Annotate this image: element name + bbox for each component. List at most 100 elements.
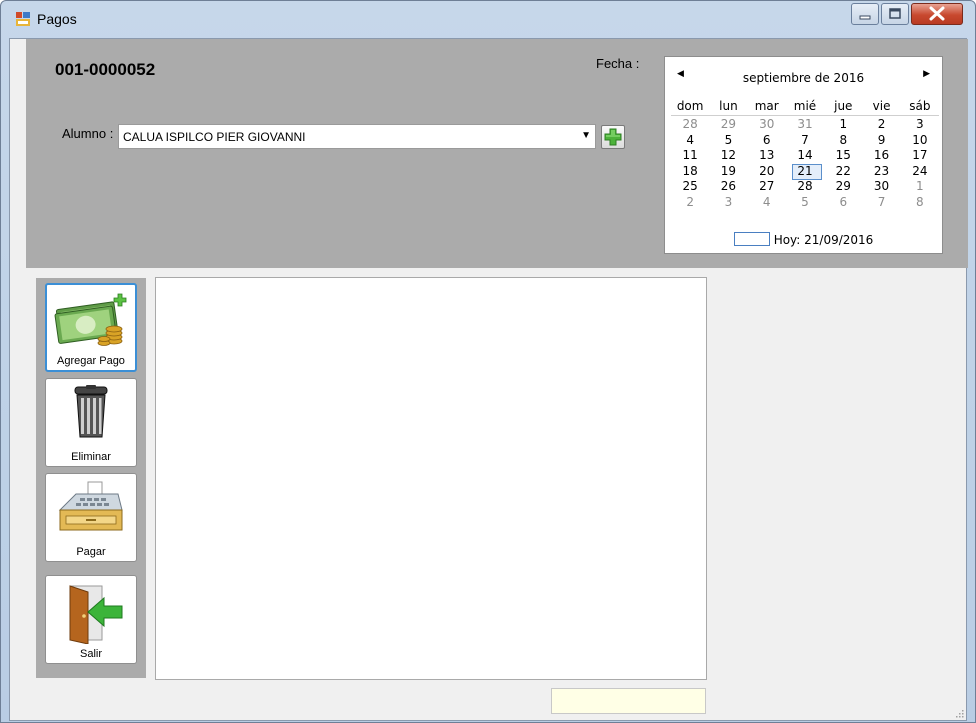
calendar-day[interactable]: 5 [709,133,747,149]
calendar-day[interactable]: 17 [901,148,939,164]
weekday-header: lun [709,97,748,116]
calendar-day-number: 4 [686,132,694,147]
calendar-day[interactable]: 29 [709,117,747,133]
calendar-day-number: 2 [686,194,694,209]
calendar-day[interactable]: 5 [786,195,824,211]
calendar-day-number: 12 [720,148,737,162]
calendar-day[interactable]: 4 [671,133,709,149]
calendar-day[interactable]: 27 [748,179,786,195]
calendar-day[interactable]: 25 [671,179,709,195]
add-payment-label: Agregar Pago [57,355,125,367]
calendar-day[interactable]: 6 [748,133,786,149]
calendar-day[interactable]: 15 [824,148,862,164]
calendar-day[interactable]: 10 [901,133,939,149]
pay-label: Pagar [76,546,106,558]
exit-button[interactable]: Salir [45,575,137,664]
calendar-month-title: septiembre de 2016 [742,71,865,85]
trash-bin-icon [74,385,108,438]
calendar-day[interactable]: 7 [786,133,824,149]
app-form-icon [16,12,30,26]
calendar-day[interactable]: 7 [862,195,900,211]
client-area: 001-0000052 Fecha : Alumno : CALUA ISPIL… [9,38,968,721]
calendar-day-number: 1 [839,117,848,131]
add-payment-button[interactable]: Agregar Pago [45,283,137,372]
calendar-day[interactable]: 20 [748,164,786,180]
calendar-day[interactable]: 8 [901,195,939,211]
calendar-day[interactable]: 28 [786,179,824,195]
calendar-day[interactable]: 30 [748,117,786,133]
exit-door-icon [69,585,123,644]
add-alumno-button[interactable] [601,125,625,149]
calendar-day-number: 7 [877,194,886,209]
calendar-day-number: 28 [797,179,813,193]
next-month-arrow-icon[interactable]: ▶ [923,69,930,79]
resize-grip-icon[interactable] [954,708,964,718]
calendar-day-number: 6 [839,194,848,209]
calendar-day-number: 25 [682,179,698,193]
calendar-day-number: 17 [912,148,928,162]
calendar-day[interactable]: 1 [901,179,939,195]
weekday-header: mar [747,97,786,116]
calendar-day-number: 19 [720,163,737,178]
delete-button[interactable]: Eliminar [45,378,137,467]
calendar-day[interactable]: 24 [901,164,939,180]
total-textbox[interactable] [551,688,706,714]
calendar-day[interactable]: 30 [862,179,900,195]
calendar-day[interactable]: 1 [824,117,862,133]
calendar-day[interactable]: 11 [671,148,709,164]
calendar-day[interactable]: 4 [748,195,786,211]
title-bar[interactable]: Pagos [1,1,975,38]
maximize-button[interactable] [881,3,909,25]
calendar-day[interactable]: 9 [862,133,900,149]
minimize-button[interactable] [851,3,879,25]
calendar-day-number: 3 [916,117,924,131]
calendar-day-number: 21 [797,163,813,178]
calendar-day[interactable]: 22 [824,164,862,180]
close-button[interactable] [911,3,963,25]
maximize-icon [889,8,901,19]
calendar-day[interactable]: 19 [709,164,747,180]
calendar-day-number: 7 [801,132,809,147]
payments-detail-area[interactable] [155,277,707,680]
alumno-combobox[interactable]: CALUA ISPILCO PIER GIOVANNI ▼ [118,124,596,149]
calendar-day[interactable]: 6 [824,195,862,211]
calendar-day-number: 8 [916,194,924,209]
calendar-day-number: 6 [762,132,771,147]
dropdown-arrow-icon[interactable]: ▼ [581,130,591,141]
weekday-header: sáb [900,97,939,116]
today-link[interactable]: Hoy: 21/09/2016 [665,232,942,247]
date-calendar[interactable]: ◀ septiembre de 2016 ▶ dom lun mar mié j… [664,56,943,254]
calendar-day-number: 22 [835,163,851,178]
calendar-day-number: 27 [759,179,775,193]
calendar-day-number: 1 [916,179,924,193]
pay-button[interactable]: Pagar [45,473,137,562]
delete-label: Eliminar [71,451,111,463]
calendar-day[interactable]: 29 [824,179,862,195]
calendar-day-number: 13 [759,148,775,162]
calendar-day[interactable]: 8 [824,133,862,149]
calendar-day-number: 10 [912,132,928,147]
today-text: Hoy: 21/09/2016 [773,233,874,247]
calendar-day[interactable]: 26 [709,179,747,195]
alumno-combobox-value: CALUA ISPILCO PIER GIOVANNI [123,130,306,144]
calendar-grid: dom lun mar mié jue vie sáb 28 29 30 31 1 2 3 4… [671,97,939,210]
calendar-day[interactable]: 12 [709,148,747,164]
calendar-day-number: 20 [759,163,775,178]
calendar-day[interactable]: 13 [748,148,786,164]
calendar-day-selected[interactable]: 21 [786,163,824,180]
cash-register-icon [58,481,123,531]
calendar-day[interactable]: 16 [862,148,900,164]
calendar-day-number: 30 [759,117,775,131]
calendar-day[interactable]: 3 [901,117,939,133]
calendar-day[interactable]: 18 [671,164,709,180]
calendar-day[interactable]: 23 [862,164,900,180]
calendar-day-number: 30 [873,179,890,193]
today-marker [733,232,770,246]
weekday-header: dom [671,97,710,116]
calendar-day[interactable]: 28 [671,117,709,133]
calendar-day[interactable]: 3 [709,195,747,211]
calendar-day[interactable]: 31 [786,117,824,133]
calendar-day[interactable]: 14 [786,148,824,164]
calendar-day[interactable]: 2 [671,195,709,211]
calendar-day[interactable]: 2 [862,117,900,133]
